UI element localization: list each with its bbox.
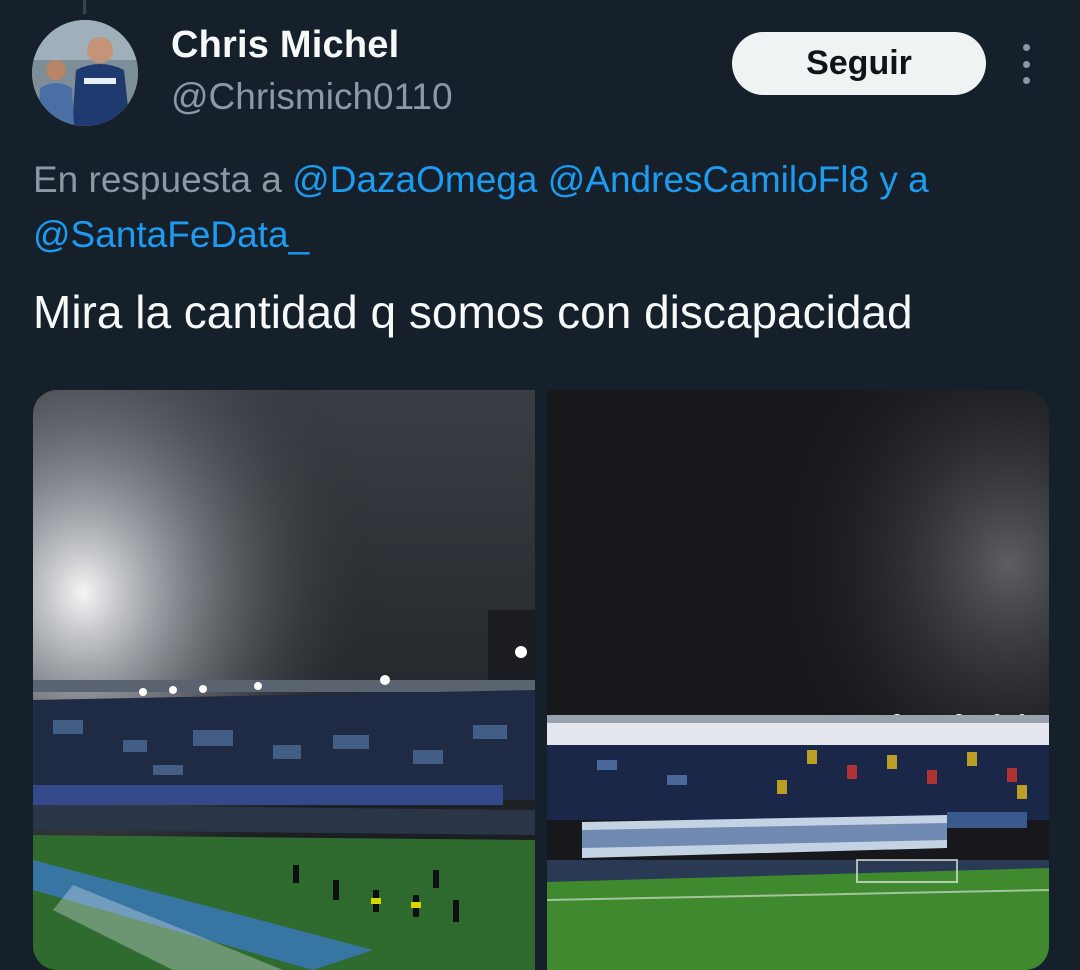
stadium-photo[interactable] xyxy=(547,390,1049,970)
mention-link[interactable]: @SantaFeData_ xyxy=(33,214,309,255)
tweet-text: Mira la cantidad q somos con discapacida… xyxy=(33,286,913,338)
reply-connector: y a xyxy=(879,159,929,200)
reply-context: En respuesta a @DazaOmega @AndresCamiloF… xyxy=(33,152,1053,262)
author-name[interactable]: Chris Michel xyxy=(171,24,399,67)
mention-link[interactable]: @AndresCamiloFl8 xyxy=(548,159,869,200)
reply-prefix: En respuesta a xyxy=(33,159,282,200)
thread-connector xyxy=(83,0,86,14)
author-handle[interactable]: @Chrismich0110 xyxy=(171,76,453,118)
avatar[interactable] xyxy=(32,20,138,126)
mention-link[interactable]: @DazaOmega xyxy=(292,159,537,200)
stadium-photo[interactable] xyxy=(33,390,535,970)
media-grid xyxy=(33,390,1049,970)
more-vertical-icon[interactable] xyxy=(1014,44,1038,84)
follow-button[interactable]: Seguir xyxy=(732,32,986,95)
